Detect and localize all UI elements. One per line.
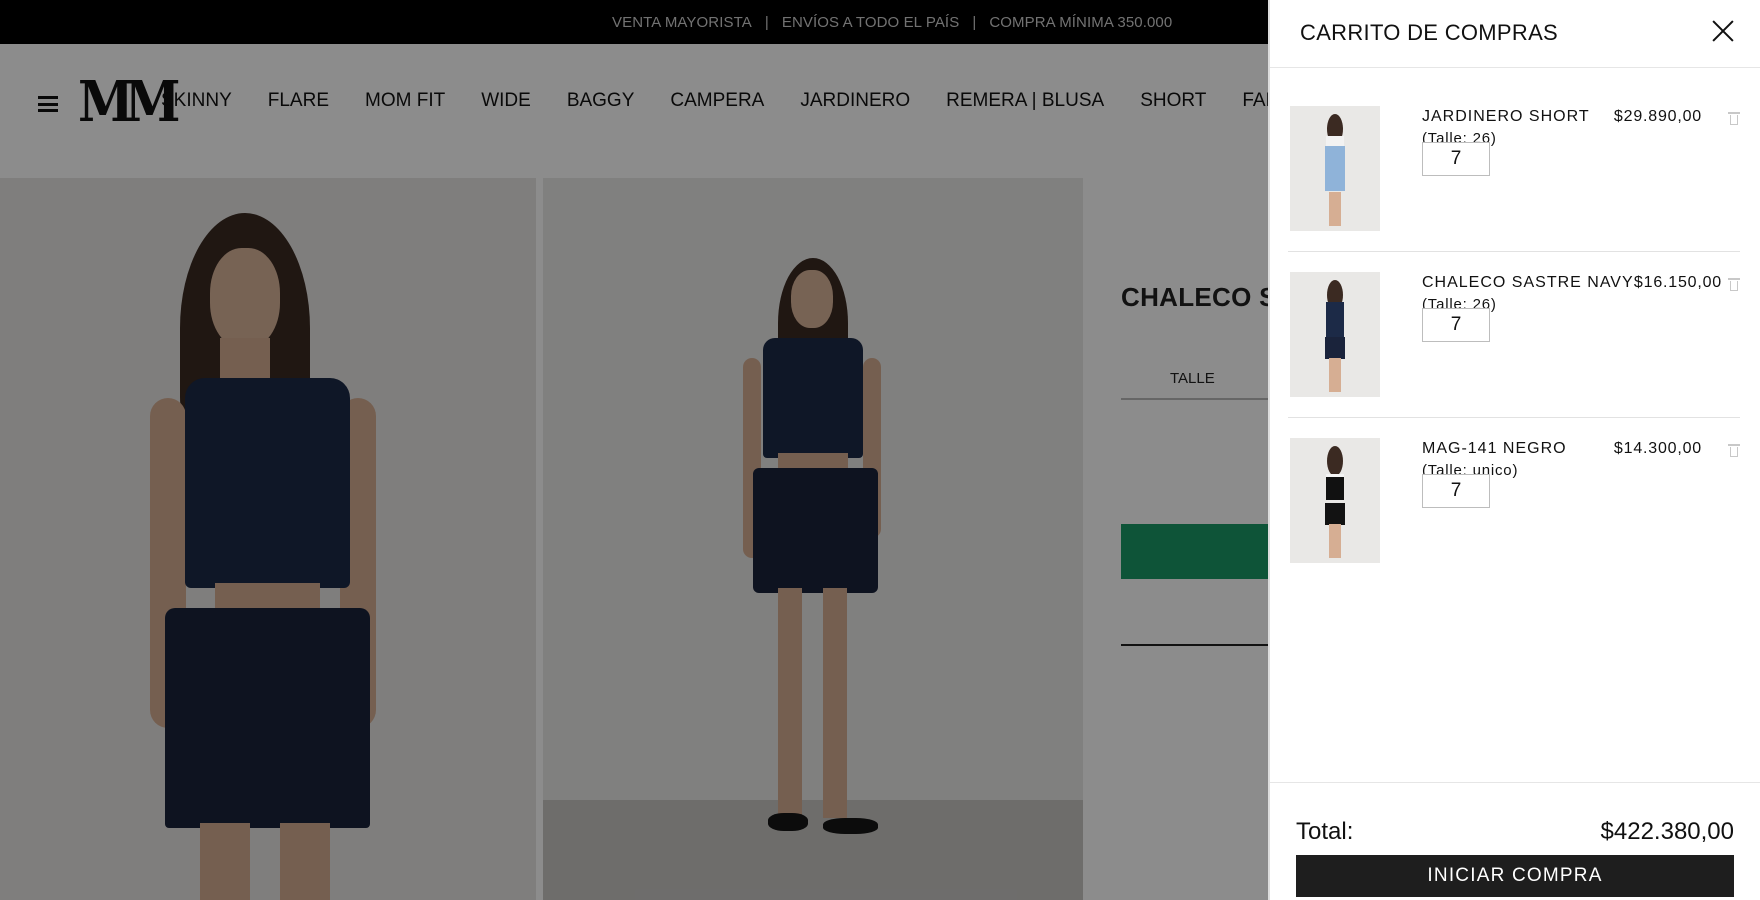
item-name[interactable]: JARDINERO SHORT (1422, 108, 1590, 126)
total-value: $422.380,00 (1600, 818, 1734, 845)
item-price: $29.890,00 (1613, 108, 1702, 125)
item-price: $14.300,00 (1613, 440, 1702, 457)
quantity-input[interactable] (1422, 142, 1490, 176)
cart-item: JARDINERO SHORT $29.890,00 (Talle: 26) (1270, 86, 1760, 252)
cart-item: MAG-141 NEGRO $14.300,00 (Talle: unico) (1270, 418, 1760, 568)
item-name[interactable]: MAG-141 NEGRO (1422, 440, 1567, 458)
checkout-button[interactable]: INICIAR COMPRA (1296, 855, 1734, 897)
product-thumbnail[interactable] (1290, 438, 1380, 563)
quantity-input[interactable] (1422, 308, 1490, 342)
item-price: $16.150,00 (1633, 274, 1722, 291)
trash-icon[interactable] (1728, 444, 1740, 457)
cart-item: CHALECO SASTRE NAVY $16.150,00 (Talle: 2… (1270, 252, 1760, 418)
trash-icon[interactable] (1728, 112, 1740, 125)
close-icon[interactable] (1710, 18, 1736, 44)
modal-overlay[interactable] (0, 0, 1270, 900)
cart-drawer: CARRITO DE COMPRAS JARDINERO SHORT $29.8… (1268, 0, 1760, 900)
cart-header: CARRITO DE COMPRAS (1270, 0, 1760, 68)
total-label: Total: (1296, 818, 1354, 845)
cart-footer: Total: $422.380,00 INICIAR COMPRA (1270, 782, 1760, 900)
item-name[interactable]: CHALECO SASTRE NAVY (1422, 274, 1634, 292)
quantity-input[interactable] (1422, 474, 1490, 508)
trash-icon[interactable] (1728, 278, 1740, 291)
cart-title: CARRITO DE COMPRAS (1300, 20, 1559, 45)
product-thumbnail[interactable] (1290, 272, 1380, 397)
product-thumbnail[interactable] (1290, 106, 1380, 231)
